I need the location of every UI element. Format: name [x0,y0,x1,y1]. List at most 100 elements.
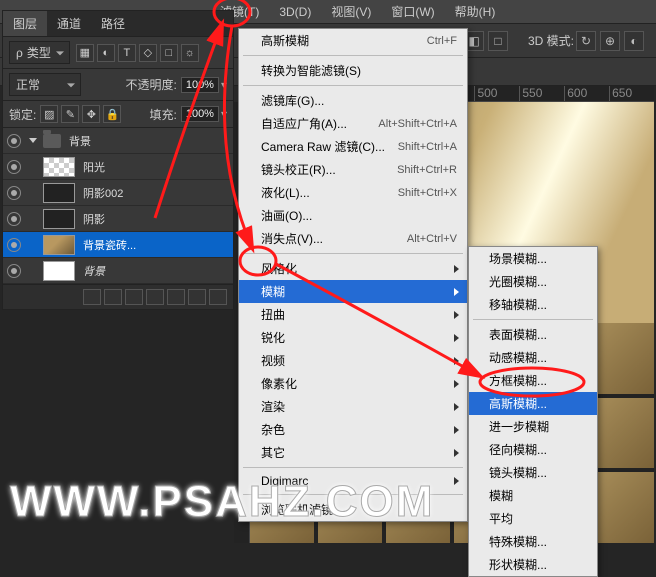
layer-thumbnail [43,183,75,203]
layer-name: 背景瓷砖... [83,237,136,253]
filter-icon[interactable]: T [118,44,136,62]
filter-type-select[interactable]: ρ类型 [9,41,70,64]
mi-box-blur[interactable]: 方框模糊... [469,369,597,392]
layer-row[interactable]: 阴影 [3,206,233,232]
mi-average[interactable]: 平均 [469,507,597,530]
mode3d-label: 3D 模式: [528,32,574,49]
filter-row: ρ类型 ▦ ◐ T ◇ □ ☼ [3,37,233,69]
mi-stylize[interactable]: 风格化 [239,257,467,280]
filter-icon[interactable]: ▦ [76,44,94,62]
mi-video[interactable]: 视频 [239,349,467,372]
lock-brush-icon[interactable]: ✎ [61,105,79,123]
lock-pixels-icon[interactable]: ▨ [40,105,58,123]
mi-shape-blur[interactable]: 形状模糊... [469,553,597,576]
watermark: WWW.PSAHZ.COM [10,477,434,527]
mi-oil-paint[interactable]: 油画(O)... [239,204,467,227]
new-layer-icon[interactable] [188,289,206,305]
tab-layers[interactable]: 图层 [3,11,47,36]
layer-row[interactable]: 阴影002 [3,180,233,206]
mi-radial-blur[interactable]: 径向模糊... [469,438,597,461]
filter-icon[interactable]: □ [160,44,178,62]
mi-distort[interactable]: 扭曲 [239,303,467,326]
filter-icon[interactable]: ☼ [181,44,199,62]
blur-submenu: 场景模糊... 光圈模糊... 移轴模糊... 表面模糊... 动感模糊... … [468,246,598,577]
layer-name: 阳光 [83,159,105,175]
mi-sharpen[interactable]: 锐化 [239,326,467,349]
layer-thumbnail [43,235,75,255]
menu-help[interactable]: 帮助(H) [445,0,506,24]
group-icon[interactable] [167,289,185,305]
mi-blur[interactable]: 模糊 [239,280,467,303]
visibility-icon[interactable] [7,212,21,226]
layer-group[interactable]: 背景 [3,128,233,154]
menu-window[interactable]: 窗口(W) [381,0,444,24]
layer-row[interactable]: 背景 [3,258,233,284]
layer-name: 背景 [83,263,105,279]
panel-tabs: 图层 通道 路径 [3,11,233,37]
blend-mode-select[interactable]: 正常 [9,73,81,96]
dropdown-icon[interactable]: ▾ [221,107,227,121]
mi-blur[interactable]: 模糊 [469,484,597,507]
fill-label: 填充: [149,106,176,123]
layer-name: 阴影 [83,211,105,227]
menu-view[interactable]: 视图(V) [321,0,381,24]
folder-icon [43,134,61,148]
delete-icon[interactable] [209,289,227,305]
mi-adaptive-wide[interactable]: 自适应广角(A)...Alt+Shift+Ctrl+A [239,112,467,135]
mi-lens-correction[interactable]: 镜头校正(R)...Shift+Ctrl+R [239,158,467,181]
tab-channels[interactable]: 通道 [47,11,91,36]
lock-label: 锁定: [9,106,36,123]
mode3d-icon[interactable]: ⊕ [600,31,620,51]
link-icon[interactable] [83,289,101,305]
mi-vanishing-point[interactable]: 消失点(V)...Alt+Ctrl+V [239,227,467,250]
visibility-icon[interactable] [7,134,21,148]
mi-other[interactable]: 其它 [239,441,467,464]
opacity-value[interactable]: 100% [181,77,219,93]
lock-row: 锁定: ▨ ✎ ✥ 🔒 填充: 100% ▾ [3,101,233,128]
mi-blur-more[interactable]: 进一步模糊 [469,415,597,438]
mi-filter-gallery[interactable]: 滤镜库(G)... [239,89,467,112]
mi-motion-blur[interactable]: 动感模糊... [469,346,597,369]
mi-noise[interactable]: 杂色 [239,418,467,441]
mi-iris-blur[interactable]: 光圈模糊... [469,270,597,293]
filter-menu: 高斯模糊Ctrl+F 转换为智能滤镜(S) 滤镜库(G)... 自适应广角(A)… [238,28,468,522]
fx-icon[interactable] [104,289,122,305]
visibility-icon[interactable] [7,238,21,252]
expand-icon[interactable] [29,138,37,143]
mi-pixelate[interactable]: 像素化 [239,372,467,395]
mask-icon[interactable] [125,289,143,305]
dropdown-icon[interactable]: ▾ [221,78,227,92]
layer-name: 阴影002 [83,185,123,201]
tab-paths[interactable]: 路径 [91,11,135,36]
mi-camera-raw[interactable]: Camera Raw 滤镜(C)...Shift+Ctrl+A [239,135,467,158]
layer-list: 背景 阳光 阴影002 阴影 背景瓷砖... [3,128,233,284]
lock-position-icon[interactable]: ✥ [82,105,100,123]
layer-row[interactable]: 阳光 [3,154,233,180]
filter-icon[interactable]: ◇ [139,44,157,62]
layers-panel: 图层 通道 路径 ρ类型 ▦ ◐ T ◇ □ ☼ 正常 不透明度: 100% ▾… [2,10,234,310]
mi-convert-smart[interactable]: 转换为智能滤镜(S) [239,59,467,82]
filter-icon[interactable]: ◐ [97,44,115,62]
options-icon[interactable]: □ [488,31,508,51]
mode3d-icon[interactable]: ◐ [624,31,644,51]
visibility-icon[interactable] [7,264,21,278]
mode3d-icon[interactable]: ↻ [576,31,596,51]
mi-surface-blur[interactable]: 表面模糊... [469,323,597,346]
visibility-icon[interactable] [7,160,21,174]
fill-value[interactable]: 100% [181,106,219,122]
lock-all-icon[interactable]: 🔒 [103,105,121,123]
adjustment-icon[interactable] [146,289,164,305]
layer-thumbnail [43,157,75,177]
mi-field-blur[interactable]: 场景模糊... [469,247,597,270]
mi-last-filter[interactable]: 高斯模糊Ctrl+F [239,29,467,52]
mi-smart-blur[interactable]: 特殊模糊... [469,530,597,553]
mi-render[interactable]: 渲染 [239,395,467,418]
visibility-icon[interactable] [7,186,21,200]
layer-row-selected[interactable]: 背景瓷砖... [3,232,233,258]
mi-lens-blur[interactable]: 镜头模糊... [469,461,597,484]
blend-row: 正常 不透明度: 100% ▾ [3,69,233,101]
mi-tilt-shift[interactable]: 移轴模糊... [469,293,597,316]
menu-3d[interactable]: 3D(D) [269,0,321,24]
mi-liquify[interactable]: 液化(L)...Shift+Ctrl+X [239,181,467,204]
mi-gaussian-blur[interactable]: 高斯模糊... [469,392,597,415]
